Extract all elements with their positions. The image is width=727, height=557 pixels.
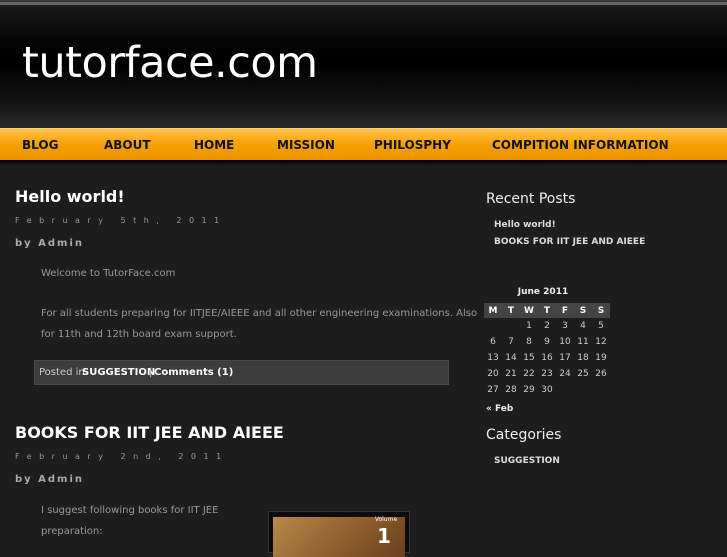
recent-post-link[interactable]: Hello world! — [494, 220, 556, 230]
comments-link[interactable]: Comments (1) — [154, 367, 233, 378]
calendar-day: 6 — [490, 337, 496, 347]
calendar-day-header: M — [484, 303, 502, 318]
posted-in-label: Posted in — [39, 367, 85, 378]
calendar-day: 20 — [487, 369, 499, 379]
calendar-day — [574, 382, 592, 398]
calendar-day: 8 — [526, 337, 532, 347]
calendar-day: 19 — [595, 353, 607, 363]
post-paragraph: preparation: — [41, 526, 103, 537]
calendar-day: 12 — [595, 337, 607, 347]
recent-post-link[interactable]: BOOKS FOR IIT JEE AND AIEEE — [494, 237, 645, 247]
nav-item-home[interactable]: HOME — [194, 138, 234, 152]
calendar-day: 28 — [505, 385, 517, 395]
calendar-day: 27 — [487, 385, 499, 395]
calendar-caption: June 2011 — [517, 287, 569, 297]
calendar-day: 4 — [580, 321, 586, 331]
category-link[interactable]: SUGGESTION — [82, 367, 155, 378]
meta-separator: | — [149, 367, 153, 378]
nav-item-about[interactable]: ABOUT — [104, 138, 151, 152]
post-paragraph: For all students preparing for IITJEE/AI… — [41, 308, 478, 319]
calendar-day: 9 — [544, 337, 550, 347]
calendar-day: 3 — [562, 321, 568, 331]
calendar-day: 16 — [541, 353, 553, 363]
categories-heading: Categories — [486, 427, 562, 443]
post-paragraph: I suggest following books for IIT JEE — [41, 505, 219, 516]
post-author: by Admin — [15, 474, 85, 485]
post-date: February 2nd, 2011 — [15, 452, 229, 461]
calendar-day: 5 — [598, 321, 604, 331]
header-top-line — [0, 2, 727, 5]
category-link[interactable]: SUGGESTION — [494, 456, 560, 466]
book-volume-label: Volume — [374, 516, 398, 523]
calendar-day: 18 — [577, 353, 589, 363]
calendar-day: 13 — [487, 353, 499, 363]
calendar-day: 29 — [523, 385, 535, 395]
calendar-day: 22 — [523, 369, 535, 379]
main-nav: BLOG ABOUT HOME MISSION PHILOSPHY COMPIT… — [0, 128, 727, 161]
calendar-day: 1 — [526, 321, 532, 331]
calendar-day: 26 — [595, 369, 607, 379]
site-title[interactable]: tutorface.com — [22, 38, 318, 88]
book-volume-number: 1 — [377, 524, 391, 548]
calendar-day: 25 — [577, 369, 589, 379]
post-meta-bar: Posted in SUGGESTION | Comments (1) — [34, 360, 449, 385]
nav-item-philosphy[interactable]: PHILOSPHY — [374, 138, 451, 152]
nav-shadow — [0, 160, 727, 166]
calendar-day: 14 — [505, 353, 517, 363]
nav-item-compition-information[interactable]: COMPITION INFORMATION — [492, 138, 669, 152]
calendar-day: 30 — [541, 385, 553, 395]
calendar-day: 11 — [577, 337, 589, 347]
calendar-day: 23 — [541, 369, 553, 379]
calendar-day: 7 — [508, 337, 514, 347]
recent-posts-heading: Recent Posts — [486, 191, 576, 207]
calendar-day — [502, 318, 520, 334]
calendar-day-header: W — [520, 303, 538, 318]
post-title[interactable]: Hello world! — [15, 187, 125, 206]
calendar-day: 17 — [559, 353, 571, 363]
calendar-day-header: F — [556, 303, 574, 318]
calendar-table: M T W T F S S 1 2 3 4 5 6 7 8 9 10 11 12… — [484, 303, 610, 398]
nav-item-blog[interactable]: BLOG — [22, 138, 58, 152]
calendar-day: 15 — [523, 353, 535, 363]
calendar-day: 24 — [559, 369, 571, 379]
book-cover-image: Volume 1 — [268, 511, 410, 557]
post-author: by Admin — [15, 238, 85, 249]
site-header: tutorface.com — [0, 0, 727, 128]
post-date: February 5th, 2011 — [15, 216, 227, 225]
calendar-day — [484, 318, 502, 334]
calendar-day: 21 — [505, 369, 517, 379]
calendar-day — [592, 382, 610, 398]
post-paragraph: Welcome to TutorFace.com — [41, 268, 176, 279]
calendar-prev-link[interactable]: « Feb — [486, 404, 513, 414]
calendar-day-header: S — [592, 303, 610, 318]
calendar-day-header: T — [502, 303, 520, 318]
calendar-day — [556, 382, 574, 398]
calendar-day-header: S — [574, 303, 592, 318]
calendar-day: 2 — [544, 321, 550, 331]
calendar-day-header: T — [538, 303, 556, 318]
post-title[interactable]: BOOKS FOR IIT JEE AND AIEEE — [15, 423, 284, 442]
calendar-day: 10 — [559, 337, 571, 347]
nav-item-mission[interactable]: MISSION — [277, 138, 335, 152]
post-paragraph: for 11th and 12th board exam support. — [41, 329, 237, 340]
